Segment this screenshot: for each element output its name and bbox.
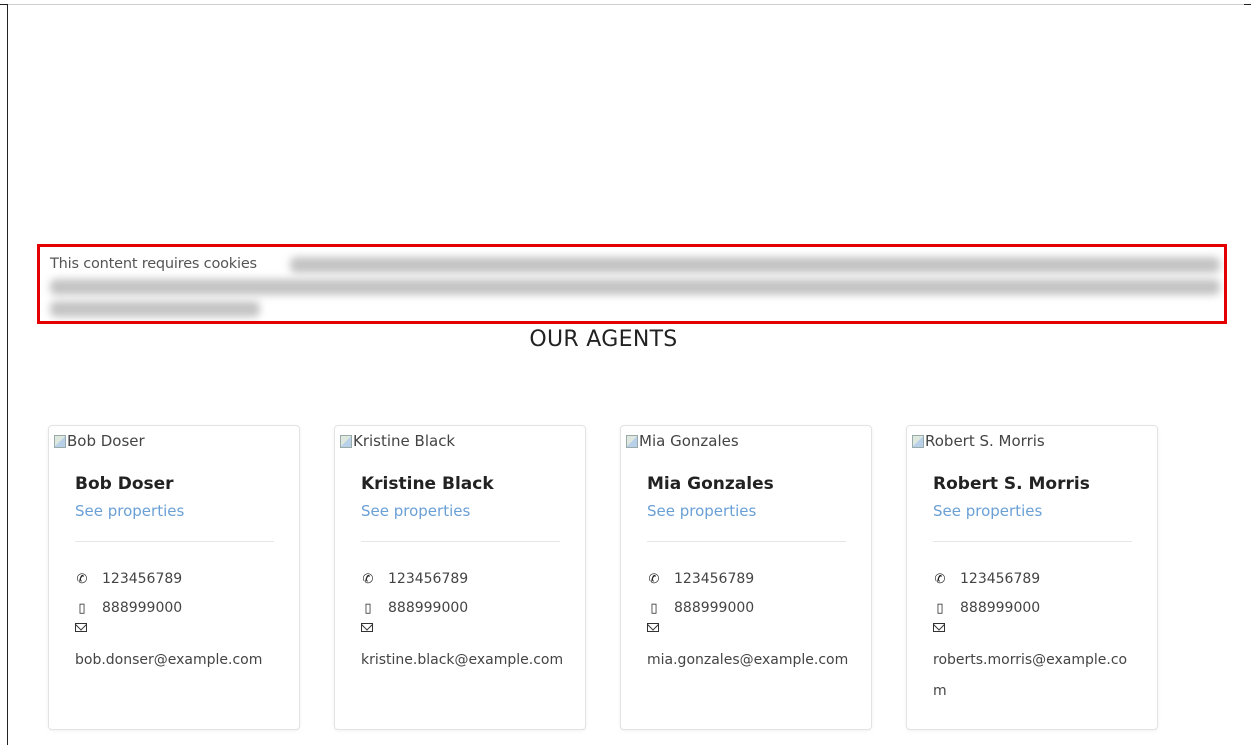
agent-card: Bob Doser Bob Doser See properties ✆ 123…	[48, 425, 300, 730]
agent-email[interactable]: roberts.morris@example.com	[933, 645, 1138, 707]
agent-phone: ✆ 123456789	[647, 571, 755, 587]
agent-mobile-value: 888999000	[674, 600, 755, 616]
envelope-icon	[75, 623, 87, 632]
agent-mobile: ▯ 888999000	[361, 600, 468, 616]
frame-top-border	[7, 4, 1244, 5]
agent-phone: ✆ 123456789	[75, 571, 183, 587]
blurred-content	[50, 301, 260, 317]
agent-phone-value: 123456789	[674, 571, 755, 587]
agent-photo: Kristine Black	[340, 432, 455, 450]
section-title: OUR AGENTS	[529, 327, 678, 352]
agent-phone: ✆ 123456789	[361, 571, 469, 587]
agent-photo-alt: Bob Doser	[67, 432, 145, 450]
agent-mobile: ▯ 888999000	[647, 600, 754, 616]
broken-image-icon	[626, 434, 638, 448]
card-divider	[933, 541, 1132, 542]
mobile-icon: ▯	[650, 600, 658, 616]
card-divider	[647, 541, 846, 542]
agent-name: Bob Doser	[75, 474, 174, 494]
frame-left-border	[7, 4, 8, 745]
card-divider	[361, 541, 560, 542]
cookie-notice: This content requires cookies	[37, 244, 1227, 324]
agent-phone: ✆ 123456789	[933, 571, 1041, 587]
broken-image-icon	[54, 434, 66, 448]
cookie-notice-text: This content requires cookies	[50, 256, 257, 272]
agent-mobile-value: 888999000	[102, 600, 183, 616]
agent-mobile: ▯ 888999000	[75, 600, 182, 616]
agent-email[interactable]: kristine.black@example.com	[361, 645, 566, 676]
phone-icon: ✆	[648, 571, 660, 587]
agent-name: Robert S. Morris	[933, 474, 1090, 494]
blurred-content	[50, 279, 1220, 295]
phone-icon: ✆	[362, 571, 374, 587]
phone-icon: ✆	[76, 571, 88, 587]
agent-phone-value: 123456789	[102, 571, 183, 587]
see-properties-link[interactable]: See properties	[933, 502, 1042, 520]
agent-photo-alt: Robert S. Morris	[925, 432, 1045, 450]
card-divider	[75, 541, 274, 542]
see-properties-link[interactable]: See properties	[75, 502, 184, 520]
agent-phone-value: 123456789	[388, 571, 469, 587]
mobile-icon: ▯	[78, 600, 86, 616]
see-properties-link[interactable]: See properties	[361, 502, 470, 520]
broken-image-icon	[912, 434, 924, 448]
envelope-icon	[647, 623, 659, 632]
frame-tick-right	[1244, 4, 1251, 5]
agent-photo-alt: Mia Gonzales	[639, 432, 739, 450]
frame-tick-left	[0, 4, 7, 5]
agent-photo-alt: Kristine Black	[353, 432, 456, 450]
agent-photo: Bob Doser	[54, 432, 145, 450]
agent-email[interactable]: mia.gonzales@example.com	[647, 645, 852, 676]
see-properties-link[interactable]: See properties	[647, 502, 756, 520]
agent-email[interactable]: bob.donser@example.com	[75, 645, 280, 676]
phone-icon: ✆	[934, 571, 946, 587]
agent-card: Robert S. Morris Robert S. Morris See pr…	[906, 425, 1158, 730]
agent-card: Kristine Black Kristine Black See proper…	[334, 425, 586, 730]
envelope-icon	[361, 623, 373, 632]
agent-mobile-value: 888999000	[960, 600, 1041, 616]
agent-photo: Mia Gonzales	[626, 432, 739, 450]
agent-name: Mia Gonzales	[647, 474, 774, 494]
agent-phone-value: 123456789	[960, 571, 1041, 587]
agent-photo: Robert S. Morris	[912, 432, 1045, 450]
agent-name: Kristine Black	[361, 474, 494, 494]
mobile-icon: ▯	[364, 600, 372, 616]
blurred-content	[290, 257, 1220, 273]
mobile-icon: ▯	[936, 600, 944, 616]
agent-mobile: ▯ 888999000	[933, 600, 1040, 616]
agent-card: Mia Gonzales Mia Gonzales See properties…	[620, 425, 872, 730]
agent-mobile-value: 888999000	[388, 600, 469, 616]
envelope-icon	[933, 623, 945, 632]
broken-image-icon	[340, 434, 352, 448]
